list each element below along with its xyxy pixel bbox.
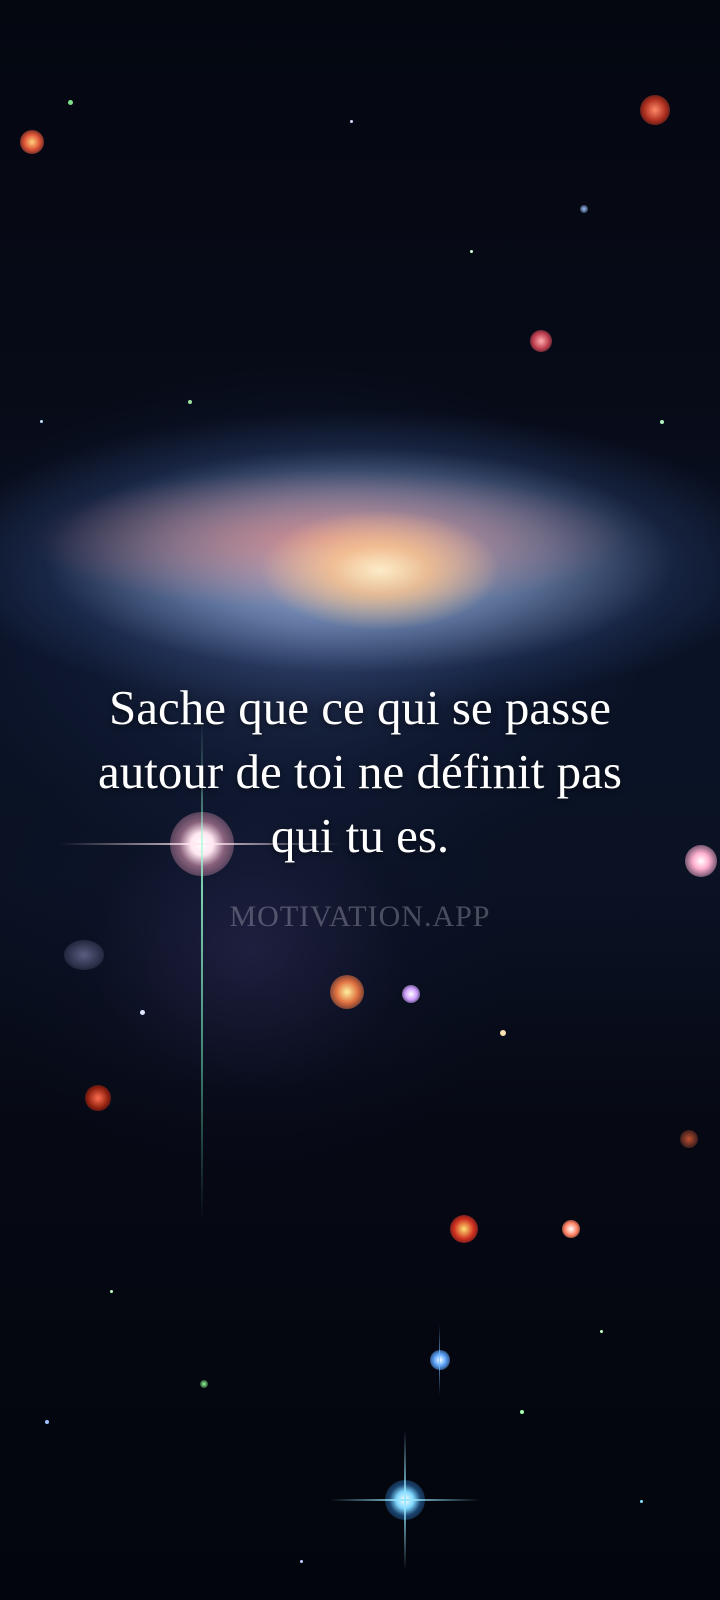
watermark-text: MOTIVATION.APP — [229, 900, 491, 933]
star — [64, 940, 104, 970]
star — [640, 1500, 643, 1503]
star — [660, 420, 664, 424]
star — [450, 1215, 478, 1243]
quote-line: autour de toi ne définit pas — [98, 744, 622, 799]
quote-line: Sache que ce qui se passe — [108, 680, 612, 735]
galaxy-background: Sache que ce qui se passe autour de toi … — [0, 0, 720, 1600]
star — [520, 1410, 524, 1414]
star — [140, 1010, 145, 1015]
star — [45, 1420, 49, 1424]
star — [20, 130, 44, 154]
star — [68, 100, 73, 105]
star — [188, 400, 192, 404]
star — [40, 420, 43, 423]
star — [350, 120, 353, 123]
quote-line: qui tu es. — [270, 808, 450, 863]
star — [200, 1380, 208, 1388]
star — [640, 95, 670, 125]
star — [402, 985, 420, 1003]
star — [330, 975, 364, 1009]
blue-star — [430, 1350, 450, 1370]
quote-text: Sache que ce qui se passe autour de toi … — [10, 676, 710, 868]
star — [530, 330, 552, 352]
star — [300, 1560, 303, 1563]
star — [680, 1130, 698, 1148]
star — [580, 205, 588, 213]
star — [470, 250, 473, 253]
star — [500, 1030, 506, 1036]
star — [110, 1290, 113, 1293]
star — [562, 1220, 580, 1238]
blue-star — [385, 1480, 425, 1520]
star — [85, 1085, 111, 1111]
star — [600, 1330, 603, 1333]
